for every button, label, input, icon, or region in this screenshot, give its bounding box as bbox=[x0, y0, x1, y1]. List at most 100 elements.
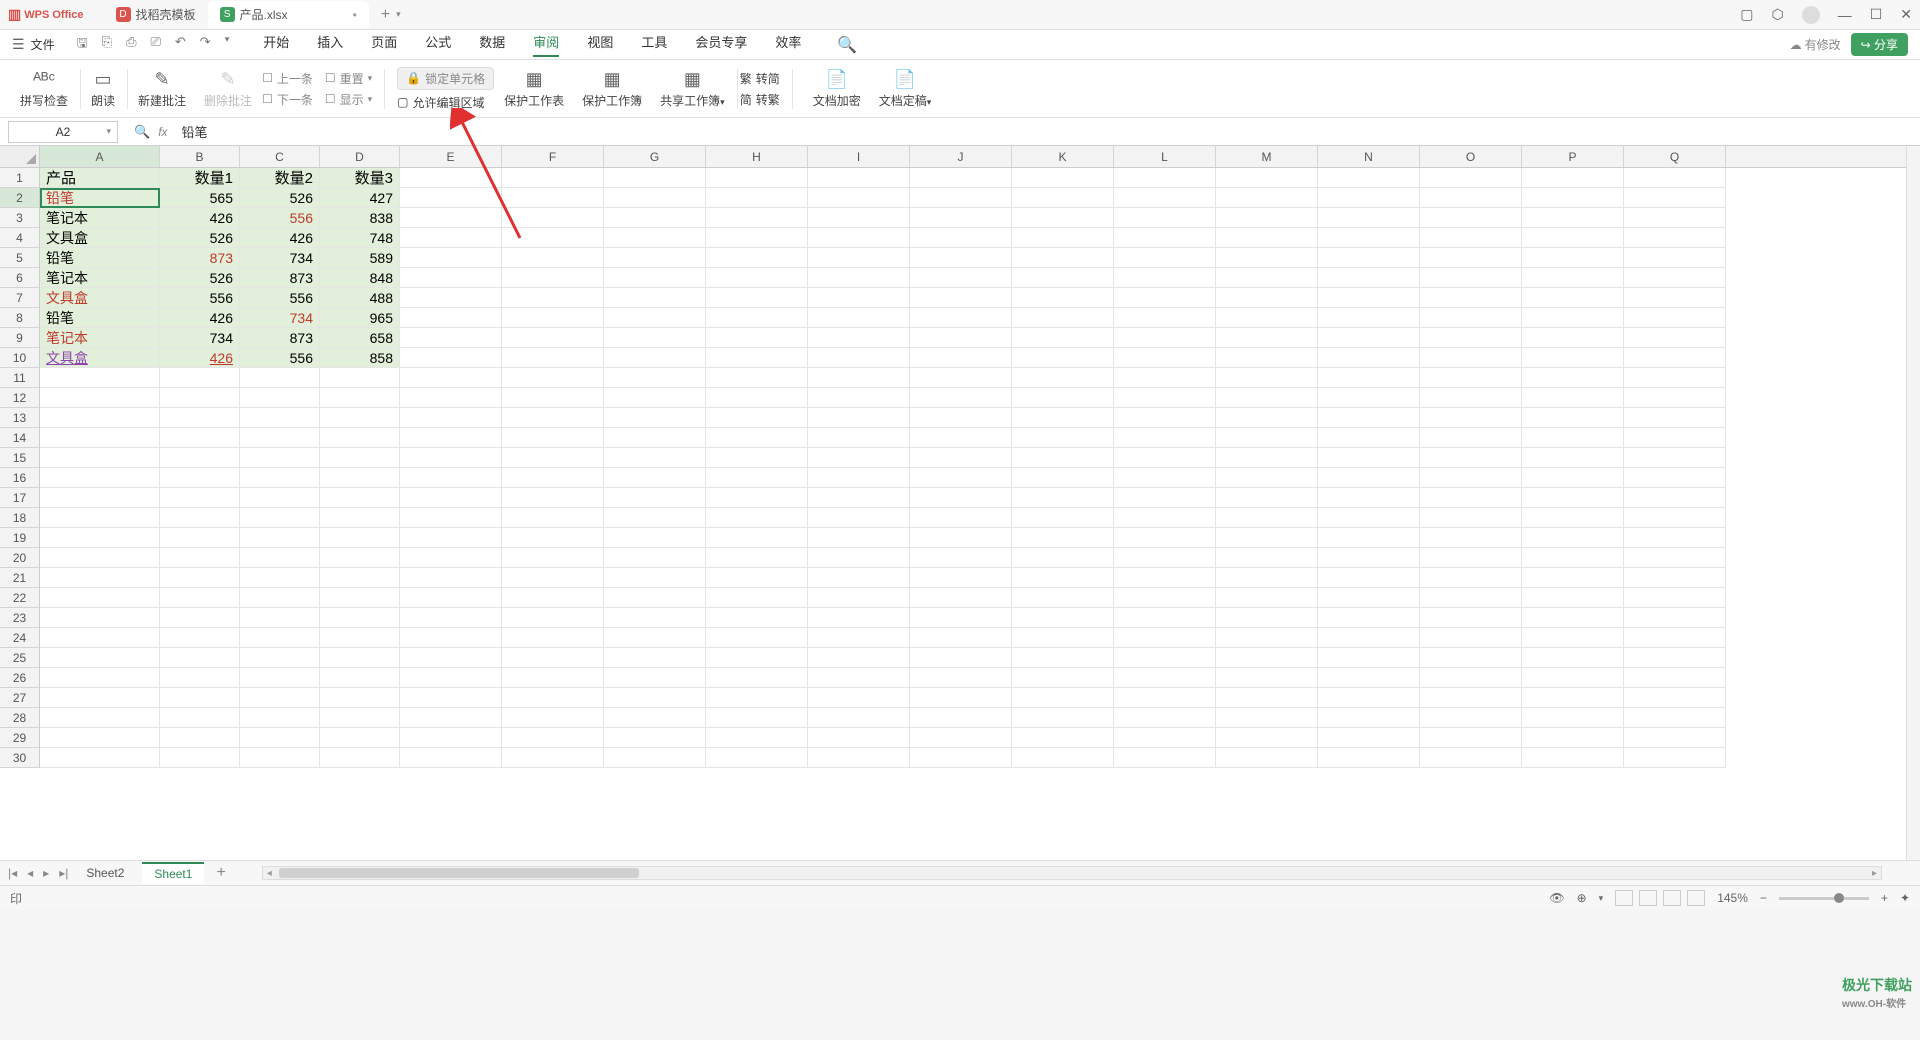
undo-icon[interactable]: ↶ bbox=[175, 34, 186, 56]
cell-G11[interactable] bbox=[604, 368, 706, 388]
cell-E9[interactable] bbox=[400, 328, 502, 348]
cell-L22[interactable] bbox=[1114, 588, 1216, 608]
cell-E19[interactable] bbox=[400, 528, 502, 548]
cell-J6[interactable] bbox=[910, 268, 1012, 288]
cell-J11[interactable] bbox=[910, 368, 1012, 388]
cell-G24[interactable] bbox=[604, 628, 706, 648]
cell-K9[interactable] bbox=[1012, 328, 1114, 348]
cell-F6[interactable] bbox=[502, 268, 604, 288]
menu-tab-会员专享[interactable]: 会员专享 bbox=[695, 32, 747, 57]
cell-L5[interactable] bbox=[1114, 248, 1216, 268]
cell-N7[interactable] bbox=[1318, 288, 1420, 308]
rib-show[interactable]: ☐显示▾ bbox=[325, 91, 372, 108]
cell-D8[interactable]: 965 bbox=[320, 308, 400, 328]
cell-P3[interactable] bbox=[1522, 208, 1624, 228]
cell-A22[interactable] bbox=[40, 588, 160, 608]
cell-B10[interactable]: 426 bbox=[160, 348, 240, 368]
cell-H11[interactable] bbox=[706, 368, 808, 388]
cell-I26[interactable] bbox=[808, 668, 910, 688]
cell-N11[interactable] bbox=[1318, 368, 1420, 388]
cell-J14[interactable] bbox=[910, 428, 1012, 448]
cell-K19[interactable] bbox=[1012, 528, 1114, 548]
cell-H15[interactable] bbox=[706, 448, 808, 468]
cell-P4[interactable] bbox=[1522, 228, 1624, 248]
cell-A6[interactable]: 笔记本 bbox=[40, 268, 160, 288]
share-button[interactable]: ↪ 分享 bbox=[1851, 33, 1908, 56]
cell-D2[interactable]: 427 bbox=[320, 188, 400, 208]
cell-C16[interactable] bbox=[240, 468, 320, 488]
cell-O13[interactable] bbox=[1420, 408, 1522, 428]
cell-N6[interactable] bbox=[1318, 268, 1420, 288]
cell-A30[interactable] bbox=[40, 748, 160, 768]
cell-P1[interactable] bbox=[1522, 168, 1624, 188]
cell-C5[interactable]: 734 bbox=[240, 248, 320, 268]
cell-D13[interactable] bbox=[320, 408, 400, 428]
cell-I17[interactable] bbox=[808, 488, 910, 508]
cell-H14[interactable] bbox=[706, 428, 808, 448]
cell-H22[interactable] bbox=[706, 588, 808, 608]
cell-E24[interactable] bbox=[400, 628, 502, 648]
cell-K23[interactable] bbox=[1012, 608, 1114, 628]
cell-E23[interactable] bbox=[400, 608, 502, 628]
cell-N18[interactable] bbox=[1318, 508, 1420, 528]
row-header-7[interactable]: 7 bbox=[0, 288, 40, 308]
cell-H21[interactable] bbox=[706, 568, 808, 588]
cell-F11[interactable] bbox=[502, 368, 604, 388]
cell-A16[interactable] bbox=[40, 468, 160, 488]
cell-P7[interactable] bbox=[1522, 288, 1624, 308]
cell-J17[interactable] bbox=[910, 488, 1012, 508]
cell-F26[interactable] bbox=[502, 668, 604, 688]
cell-A23[interactable] bbox=[40, 608, 160, 628]
cell-G6[interactable] bbox=[604, 268, 706, 288]
row-header-21[interactable]: 21 bbox=[0, 568, 40, 588]
cell-C26[interactable] bbox=[240, 668, 320, 688]
cell-H26[interactable] bbox=[706, 668, 808, 688]
cell-P28[interactable] bbox=[1522, 708, 1624, 728]
cell-J19[interactable] bbox=[910, 528, 1012, 548]
zoom-slider[interactable] bbox=[1779, 897, 1869, 900]
cell-H12[interactable] bbox=[706, 388, 808, 408]
row-header-12[interactable]: 12 bbox=[0, 388, 40, 408]
view-break-icon[interactable] bbox=[1663, 890, 1681, 906]
cell-J13[interactable] bbox=[910, 408, 1012, 428]
cell-C13[interactable] bbox=[240, 408, 320, 428]
cell-C7[interactable]: 556 bbox=[240, 288, 320, 308]
cell-N27[interactable] bbox=[1318, 688, 1420, 708]
cell-M11[interactable] bbox=[1216, 368, 1318, 388]
cell-D26[interactable] bbox=[320, 668, 400, 688]
cell-I3[interactable] bbox=[808, 208, 910, 228]
cell-H30[interactable] bbox=[706, 748, 808, 768]
cell-A28[interactable] bbox=[40, 708, 160, 728]
chevron-icon[interactable]: ▾ bbox=[1599, 893, 1604, 904]
cell-M30[interactable] bbox=[1216, 748, 1318, 768]
rib-protect-sheet[interactable]: ▦ 保护工作表 bbox=[496, 69, 572, 109]
cell-I27[interactable] bbox=[808, 688, 910, 708]
tab-template[interactable]: D 找稻壳模板 bbox=[104, 1, 208, 28]
cell-Q9[interactable] bbox=[1624, 328, 1726, 348]
cell-K20[interactable] bbox=[1012, 548, 1114, 568]
new-tab-button[interactable]: + bbox=[381, 6, 390, 24]
cell-G7[interactable] bbox=[604, 288, 706, 308]
cell-K15[interactable] bbox=[1012, 448, 1114, 468]
cell-P11[interactable] bbox=[1522, 368, 1624, 388]
vertical-scrollbar[interactable] bbox=[1906, 146, 1920, 860]
cell-H7[interactable] bbox=[706, 288, 808, 308]
eye-icon[interactable]: 👁 bbox=[1549, 891, 1564, 905]
cell-B9[interactable]: 734 bbox=[160, 328, 240, 348]
cell-D24[interactable] bbox=[320, 628, 400, 648]
cell-L28[interactable] bbox=[1114, 708, 1216, 728]
cell-L11[interactable] bbox=[1114, 368, 1216, 388]
tab-dropdown[interactable]: ▾ bbox=[396, 9, 401, 20]
cell-N22[interactable] bbox=[1318, 588, 1420, 608]
cell-M27[interactable] bbox=[1216, 688, 1318, 708]
cell-F24[interactable] bbox=[502, 628, 604, 648]
cell-D5[interactable]: 589 bbox=[320, 248, 400, 268]
cell-H16[interactable] bbox=[706, 468, 808, 488]
cell-B3[interactable]: 426 bbox=[160, 208, 240, 228]
cell-L30[interactable] bbox=[1114, 748, 1216, 768]
cell-K24[interactable] bbox=[1012, 628, 1114, 648]
cell-C10[interactable]: 556 bbox=[240, 348, 320, 368]
row-header-27[interactable]: 27 bbox=[0, 688, 40, 708]
select-all-corner[interactable] bbox=[0, 146, 40, 167]
cell-M22[interactable] bbox=[1216, 588, 1318, 608]
